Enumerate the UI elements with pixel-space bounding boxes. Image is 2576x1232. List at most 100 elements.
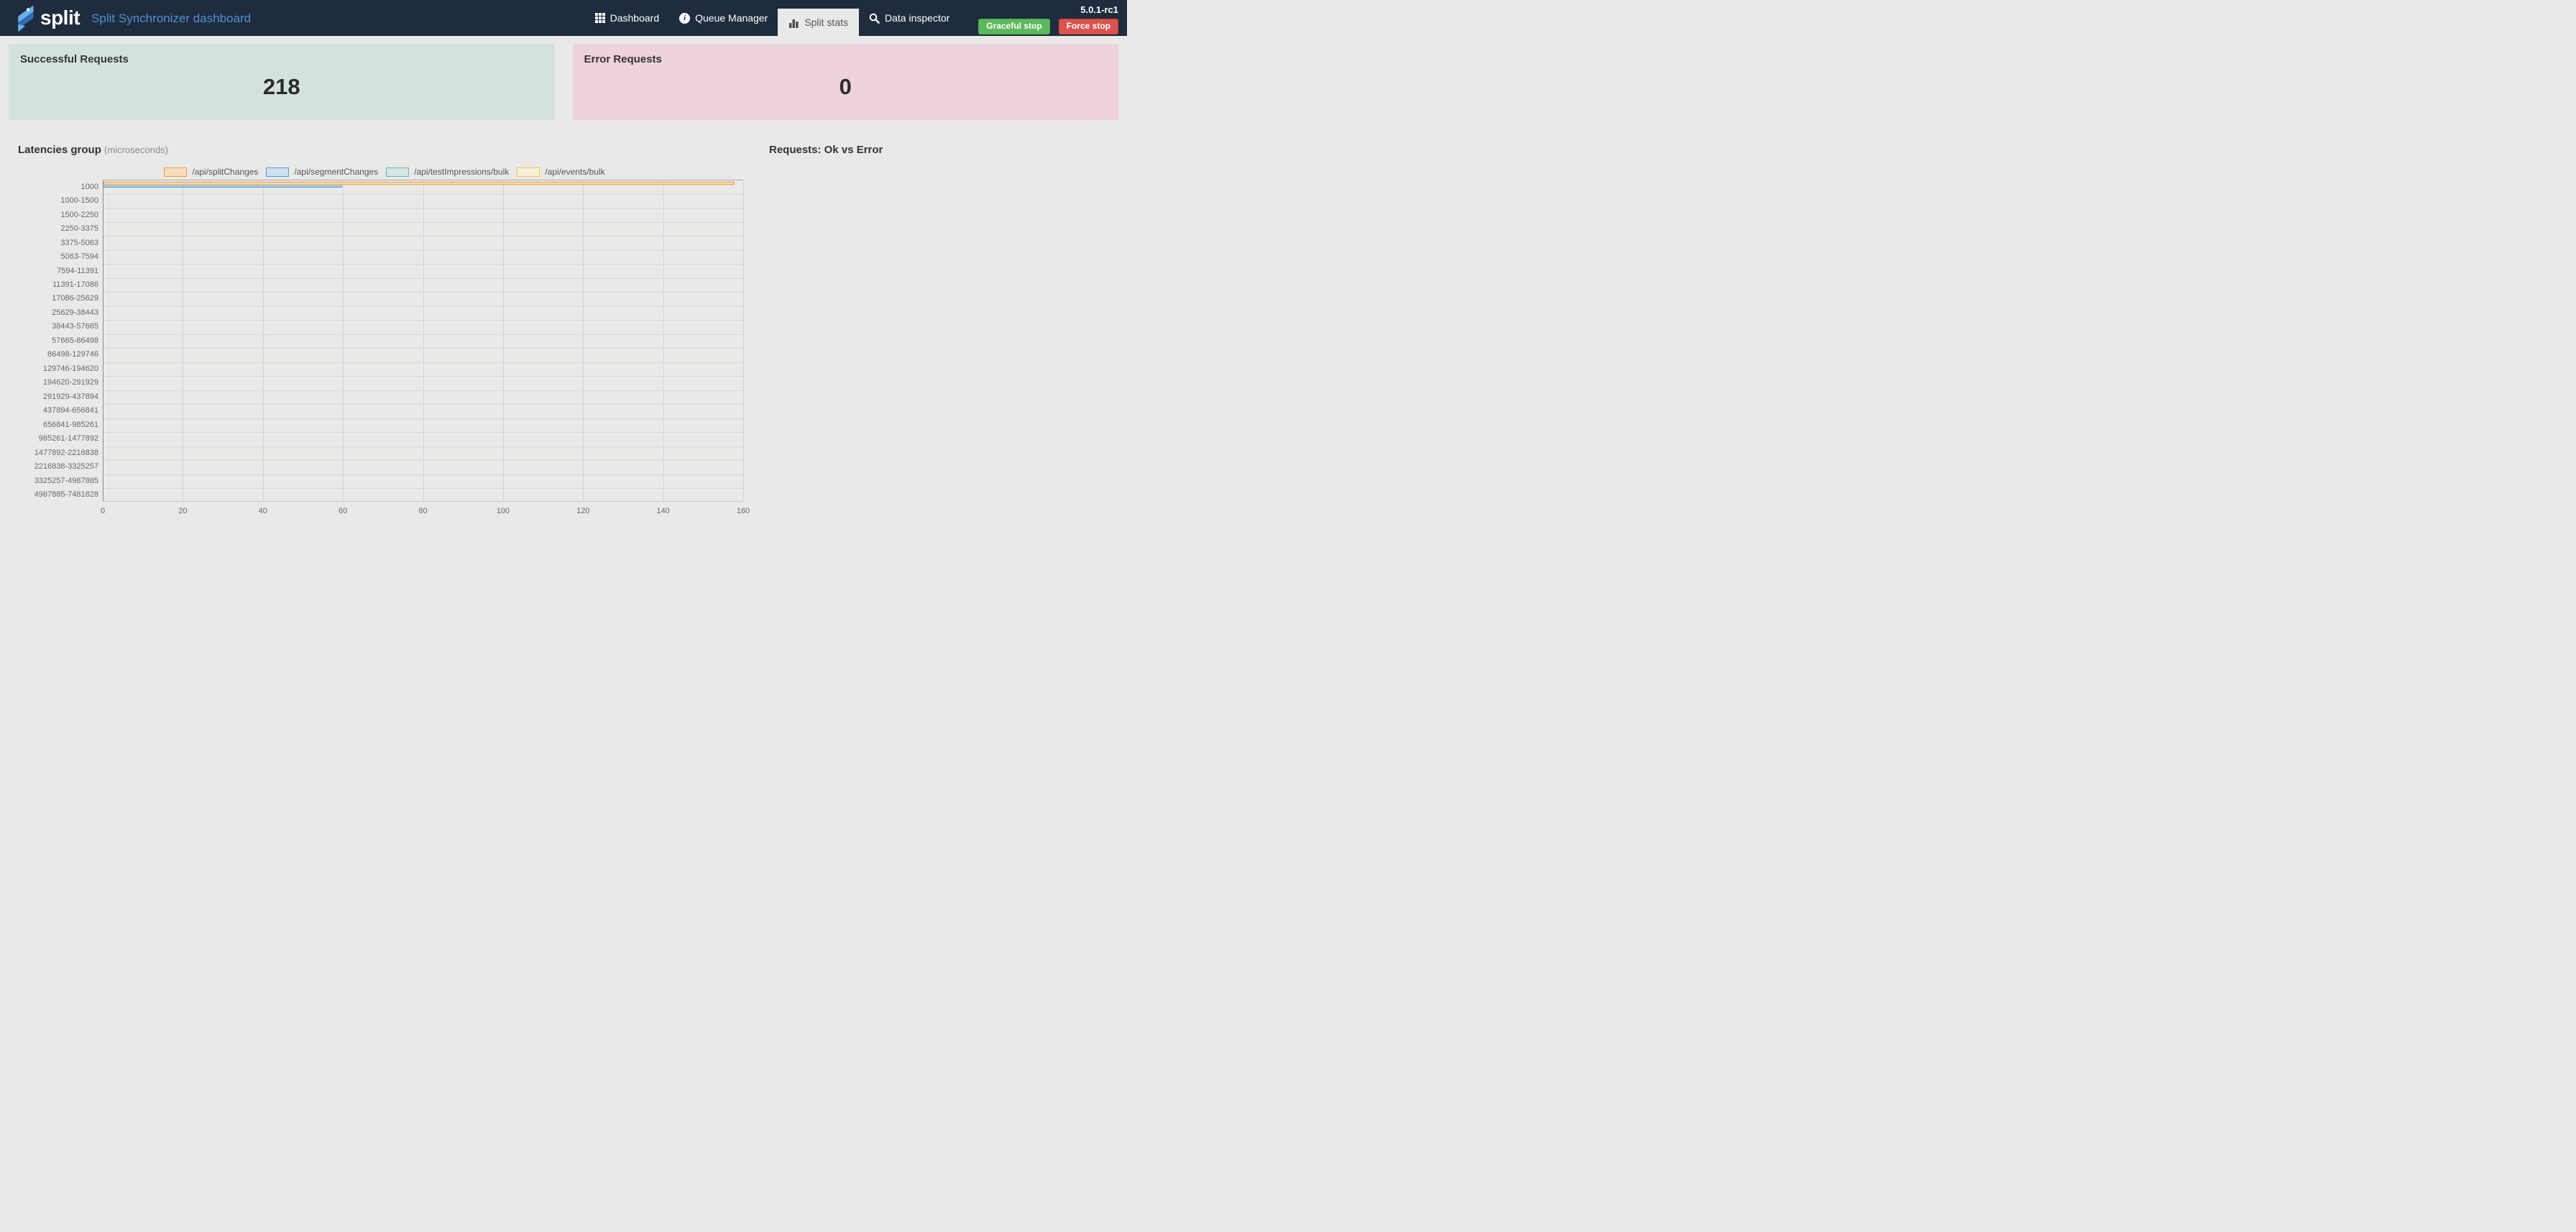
horizontal-gridline [104,194,743,195]
horizontal-gridline [104,474,743,475]
y-axis-label: 1500-2250 [18,208,98,221]
brand: split Split Synchronizer dashboard [14,4,251,32]
y-axis-label: 2250-3375 [18,221,98,235]
error-requests-title: Error Requests [584,53,1108,65]
chart-legend: /api/splitChanges/api/segmentChanges/api… [18,167,751,177]
legend-label: /api/segmentChanges [294,167,378,177]
legend-swatch [517,167,540,177]
horizontal-gridline [104,306,743,307]
bar-api-splitChanges[interactable] [104,182,735,185]
y-axis-label: 3325257-4987885 [18,474,98,487]
y-axis-label: 5063-7594 [18,249,98,263]
vertical-gridline [423,180,424,501]
vertical-gridline [343,180,344,501]
horizontal-gridline [104,334,743,335]
horizontal-gridline [104,404,743,405]
horizontal-gridline [104,446,743,447]
y-axis-label: 86498-129746 [18,348,98,362]
successful-requests-value: 218 [20,74,543,100]
y-axis-label: 25629-38443 [18,305,98,319]
y-axis-label: 11391-17086 [18,277,98,291]
brand-name: split [40,8,80,28]
y-axis-label: 985261-1477892 [18,431,98,445]
horizontal-gridline [104,362,743,363]
legend-swatch [386,167,409,177]
legend-label: /api/testImpressions/bulk [414,167,509,177]
version-label: 5.0.1-rc1 [1080,4,1118,15]
y-axis-label: 1000-1500 [18,193,98,207]
error-requests-value: 0 [584,74,1108,100]
nav-menu: Dashboard i Queue Manager Split stats [585,0,1118,36]
y-axis-label: 3375-5063 [18,236,98,249]
chart-plot-area [103,180,743,502]
chart-y-axis-labels: 10001000-15001500-22502250-33753375-5063… [18,180,98,502]
bar-api-segmentChanges[interactable] [104,185,342,188]
latencies-section: Latencies group (microseconds) /api/spli… [0,120,751,521]
x-axis-label: 20 [178,507,187,515]
y-axis-label: 656841-985261 [18,418,98,431]
x-axis-label: 160 [737,507,750,515]
nav-item-split-stats[interactable]: Split stats [778,9,859,36]
stats-icon [788,17,799,28]
main-content: Latencies group (microseconds) /api/spli… [0,120,1127,521]
chart-x-axis-labels: 020406080100120140160 [103,507,743,518]
nav-item-data-inspector[interactable]: Data inspector [859,0,960,36]
vertical-gridline [503,180,504,501]
horizontal-gridline [104,264,743,265]
successful-requests-title: Successful Requests [20,53,543,65]
horizontal-gridline [104,432,743,433]
x-axis-label: 40 [259,507,267,515]
horizontal-gridline [104,320,743,321]
y-axis-label: 57665-86498 [18,334,98,347]
horizontal-gridline [104,278,743,279]
horizontal-gridline [104,418,743,419]
legend-label: /api/events/bulk [545,167,604,177]
horizontal-gridline [104,376,743,377]
x-axis-label: 0 [101,507,105,515]
vertical-gridline [583,180,584,501]
horizontal-gridline [104,250,743,251]
requests-ok-error-title: Requests: Ok vs Error [769,144,1127,156]
legend-item[interactable]: /api/segmentChanges [266,167,378,177]
nav-item-label: Split stats [804,17,848,28]
successful-requests-card: Successful Requests 218 [9,44,555,120]
x-axis-label: 80 [418,507,427,515]
latencies-title-text: Latencies group [18,144,101,156]
horizontal-gridline [104,222,743,223]
y-axis-label: 7594-11391 [18,264,98,277]
nav-item-queue-manager[interactable]: i Queue Manager [669,0,778,36]
top-navbar: split Split Synchronizer dashboard Dashb… [0,0,1127,36]
latencies-subtitle: (microseconds) [104,144,168,155]
legend-item[interactable]: /api/splitChanges [164,167,258,177]
nav-item-label: Queue Manager [695,12,768,24]
vertical-gridline [263,180,264,501]
latencies-chart: 10001000-15001500-22502250-33753375-5063… [18,180,751,521]
x-axis-label: 60 [339,507,347,515]
graceful-stop-button[interactable]: Graceful stop [978,19,1049,34]
vertical-gridline [663,180,664,501]
y-axis-label: 1477892-2216838 [18,446,98,459]
y-axis-label: 4987885-7481828 [18,487,98,501]
x-axis-label: 120 [576,507,589,515]
force-stop-button[interactable]: Force stop [1059,19,1118,34]
info-icon: i [679,13,690,24]
control-block: 5.0.1-rc1 Graceful stop Force stop [978,1,1118,34]
nav-item-label: Data inspector [885,12,949,24]
error-requests-card: Error Requests 0 [573,44,1119,120]
legend-item[interactable]: /api/testImpressions/bulk [386,167,509,177]
stat-cards-row: Successful Requests 218 Error Requests 0 [0,36,1127,120]
legend-item[interactable]: /api/events/bulk [517,167,604,177]
y-axis-label: 2216838-3325257 [18,459,98,473]
x-axis-label: 140 [656,507,669,515]
requests-ok-error-section: Requests: Ok vs Error [751,120,1127,521]
y-axis-label: 194620-291929 [18,376,98,390]
nav-item-label: Dashboard [610,12,660,24]
y-axis-label: 129746-194620 [18,362,98,375]
horizontal-gridline [104,488,743,489]
split-logo-icon [14,5,36,32]
nav-item-dashboard[interactable]: Dashboard [585,0,670,36]
y-axis-label: 291929-437894 [18,390,98,403]
y-axis-label: 437894-656841 [18,404,98,418]
latencies-title: Latencies group (microseconds) [18,144,751,156]
legend-swatch [266,167,289,177]
